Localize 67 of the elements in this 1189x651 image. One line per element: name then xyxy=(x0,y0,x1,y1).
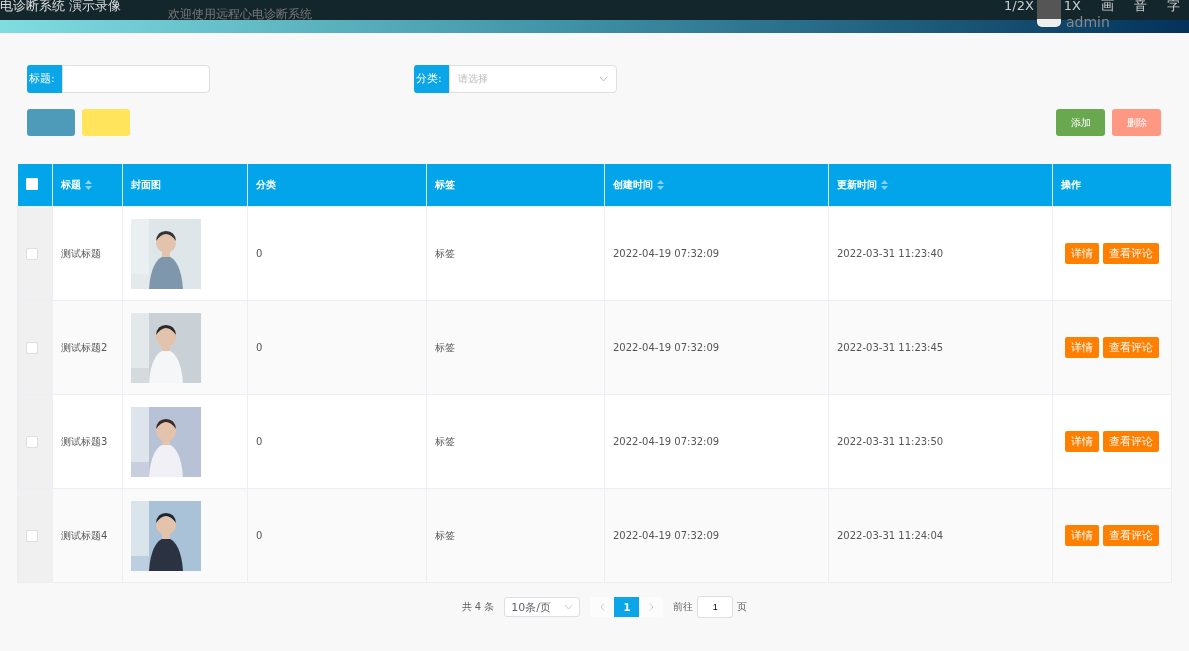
column-header[interactable]: 创建时间 xyxy=(604,164,829,207)
page-button[interactable]: 1 xyxy=(614,597,640,617)
table-cell: 标签 xyxy=(435,341,455,353)
table-cell: 测试标题2 xyxy=(61,341,108,353)
details-button[interactable]: 详情 xyxy=(1065,243,1099,264)
page-suffix: 页 xyxy=(737,600,748,614)
chevron-right-icon xyxy=(648,603,654,611)
column-header: 标签 xyxy=(426,164,605,207)
table-cell: 2022-04-19 07:32:09 xyxy=(613,436,720,447)
table-cell: 2022-04-19 07:32:09 xyxy=(613,530,720,541)
comments-button[interactable]: 查看评论 xyxy=(1103,337,1159,358)
goto-label: 前往 xyxy=(673,600,694,614)
comments-button[interactable]: 查看评论 xyxy=(1103,525,1159,546)
comments-button[interactable]: 查看评论 xyxy=(1103,243,1159,264)
page-input[interactable]: 1 xyxy=(697,596,734,618)
table-cell: 2022-03-31 11:23:45 xyxy=(837,342,944,353)
table-cell: 0 xyxy=(256,530,263,541)
column-header[interactable]: 标题 xyxy=(52,164,123,207)
search-button[interactable] xyxy=(27,109,75,136)
row-checkbox[interactable] xyxy=(26,529,38,542)
playback-control[interactable]: 画 xyxy=(1101,0,1114,13)
sort-icon xyxy=(881,180,888,190)
delete-button[interactable]: 删除 xyxy=(1112,109,1161,136)
chevron-down-icon xyxy=(564,604,574,610)
table-cell: 2022-04-19 07:32:09 xyxy=(613,248,720,259)
table-cell: 测试标题 xyxy=(61,247,101,259)
table-cell: 标签 xyxy=(435,435,455,447)
avatar-icon[interactable] xyxy=(1037,0,1061,27)
table-cell: 测试标题4 xyxy=(61,529,108,541)
details-button[interactable]: 详情 xyxy=(1065,337,1099,358)
select-all-checkbox[interactable] xyxy=(25,178,38,190)
welcome-text: 欢迎使用远程心电诊断系统 xyxy=(168,6,312,23)
sort-icon xyxy=(85,180,92,190)
total-count: 共 4 条 xyxy=(461,600,495,614)
table-cell: 标签 xyxy=(435,529,455,541)
field-label: 分类: xyxy=(414,65,449,93)
reset-button[interactable] xyxy=(82,109,130,136)
table-cell: 0 xyxy=(256,342,263,353)
table-cell: 0 xyxy=(256,248,263,259)
playback-control[interactable]: 1X xyxy=(1063,0,1081,13)
title-input[interactable] xyxy=(62,65,210,93)
sort-icon xyxy=(657,180,664,190)
chevron-left-icon xyxy=(599,603,605,611)
column-header[interactable]: 更新时间 xyxy=(828,164,1053,207)
table-cell: 2022-03-31 11:23:50 xyxy=(837,436,944,447)
column-header: 操作 xyxy=(1052,164,1172,207)
table-cell: 2022-03-31 11:24:04 xyxy=(837,530,944,541)
table-cell: 0 xyxy=(256,436,263,447)
row-checkbox[interactable] xyxy=(26,435,38,448)
chevron-down-icon xyxy=(599,76,608,82)
category-select[interactable]: 请选择 xyxy=(449,65,617,93)
row-checkbox[interactable] xyxy=(26,341,38,354)
add-button[interactable]: 添加 xyxy=(1056,109,1105,136)
table-cell: 测试标题3 xyxy=(61,435,108,447)
field-label: 标题: xyxy=(27,65,62,93)
table-cell: 2022-03-31 11:23:40 xyxy=(837,248,944,259)
table-cell: 2022-04-19 07:32:09 xyxy=(613,342,720,353)
playback-control[interactable]: 1/2X xyxy=(1004,0,1034,13)
comments-button[interactable]: 查看评论 xyxy=(1103,431,1159,452)
details-button[interactable]: 详情 xyxy=(1065,525,1099,546)
details-button[interactable]: 详情 xyxy=(1065,431,1099,452)
page-size-select[interactable]: 10条/页 xyxy=(504,597,581,617)
table-cell: 标签 xyxy=(435,247,455,259)
column-header: 封面图 xyxy=(122,164,248,207)
row-checkbox[interactable] xyxy=(26,247,38,260)
user-name[interactable]: admin xyxy=(1066,14,1110,30)
column-header: 分类 xyxy=(247,164,427,207)
